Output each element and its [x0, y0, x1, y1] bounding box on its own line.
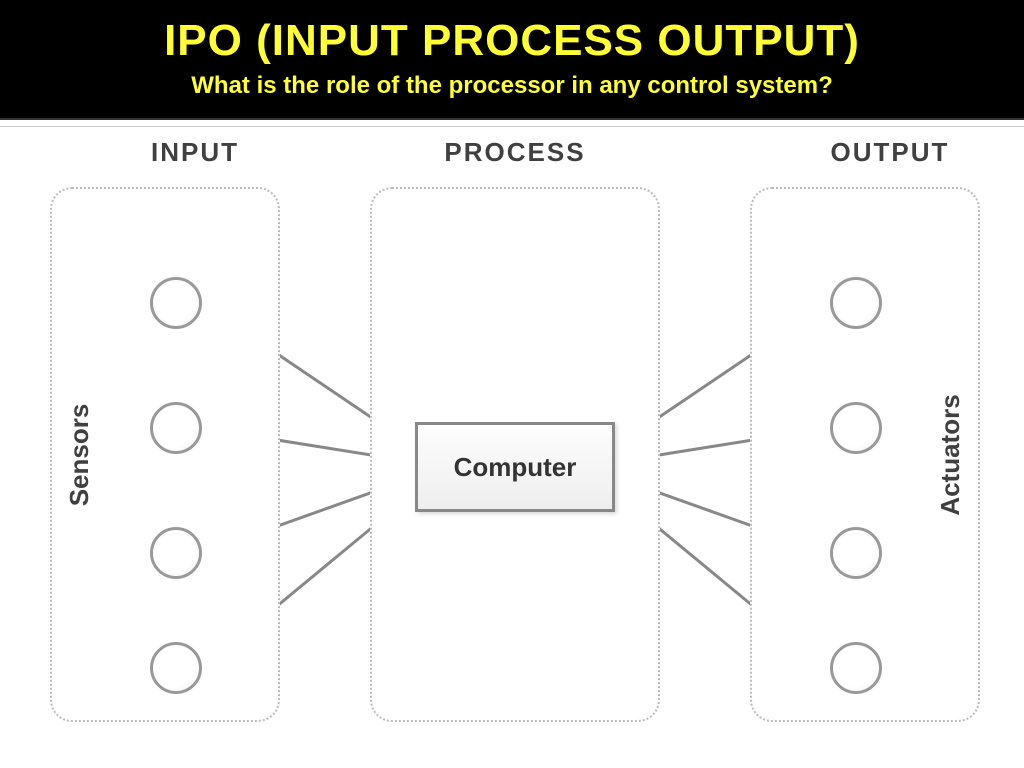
- sensor-node: [150, 642, 202, 694]
- slide-subtitle: What is the role of the processor in any…: [0, 72, 1024, 100]
- slide-title: IPO (INPUT PROCESS OUTPUT): [0, 16, 1024, 66]
- sensor-node: [150, 402, 202, 454]
- actuator-node: [830, 642, 882, 694]
- sensor-node: [150, 527, 202, 579]
- slide-header: IPO (INPUT PROCESS OUTPUT) What is the r…: [0, 0, 1024, 120]
- actuator-node: [830, 277, 882, 329]
- input-group-box: Sensors: [50, 187, 280, 722]
- ipo-diagram: INPUT PROCESS OUTPUT Sensors Actuators C…: [0, 126, 1024, 746]
- sensor-node: [150, 277, 202, 329]
- column-header-process: PROCESS: [425, 137, 605, 168]
- column-header-input: INPUT: [120, 137, 270, 168]
- process-node-computer: Computer: [415, 422, 615, 512]
- actuator-node: [830, 527, 882, 579]
- actuator-node: [830, 402, 882, 454]
- column-header-output: OUTPUT: [805, 137, 975, 168]
- process-node-label: Computer: [454, 452, 577, 483]
- output-group-label: Actuators: [935, 394, 966, 515]
- output-group-box: Actuators: [750, 187, 980, 722]
- input-group-label: Sensors: [64, 403, 95, 506]
